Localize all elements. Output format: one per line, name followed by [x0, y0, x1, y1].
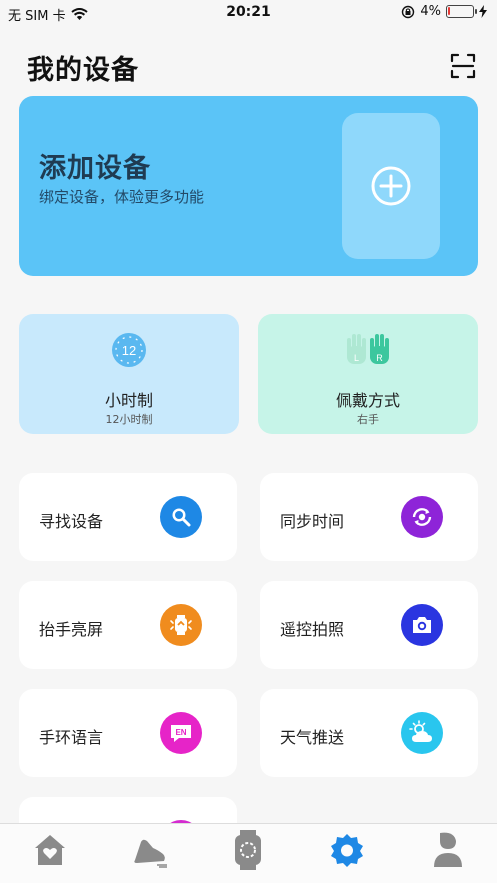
raise-wrist-icon: [160, 604, 202, 646]
hands-lr-icon: L R: [347, 334, 389, 364]
weather-icon: [401, 712, 443, 754]
tile-label: 寻找设备: [39, 512, 104, 531]
status-bar: 无 SIM 卡 20:21 4%: [0, 0, 497, 26]
hand-left-letter: L: [354, 353, 359, 363]
clock-12-icon: 12: [112, 333, 146, 367]
hour-format-label: 小时制: [104, 391, 153, 410]
tile-band-language[interactable]: 手环语言 EN: [19, 689, 237, 777]
tile-label: 遥控拍照: [280, 620, 345, 639]
watch-face-icon: [235, 830, 261, 870]
tile-raise-wrist[interactable]: 抬手亮屏: [19, 581, 237, 669]
add-device-subtitle: 绑定设备，体验更多功能: [39, 188, 205, 206]
person-icon: [434, 832, 462, 867]
wear-mode-value: 右手: [357, 413, 379, 426]
tile-remote-camera[interactable]: 遥控拍照: [260, 581, 478, 669]
sport-shoe-icon: [134, 839, 167, 868]
hour-format-value: 12小时制: [105, 413, 153, 426]
hand-right-letter: R: [376, 353, 383, 363]
add-device-button[interactable]: [342, 113, 440, 259]
wear-mode-label: 佩戴方式: [335, 391, 400, 410]
rotation-lock-icon: [402, 5, 415, 18]
bottom-nav: [0, 823, 497, 883]
battery-percent: 4%: [420, 4, 441, 19]
charging-icon: [479, 5, 487, 18]
language-badge-text: EN: [175, 728, 186, 737]
tile-label: 抬手亮屏: [39, 620, 104, 639]
tile-weather-push[interactable]: 天气推送: [260, 689, 478, 777]
language-icon: EN: [160, 712, 202, 754]
tile-find-device[interactable]: 寻找设备: [19, 473, 237, 561]
nav-sport[interactable]: [130, 830, 170, 870]
camera-icon: [401, 604, 443, 646]
add-device-title: 添加设备: [39, 153, 151, 184]
nav-home[interactable]: [30, 830, 70, 870]
add-device-card[interactable]: 添加设备 绑定设备，体验更多功能: [19, 96, 478, 276]
plus-circle-icon: [371, 166, 411, 206]
nav-watch[interactable]: [228, 830, 268, 870]
page-title: 我的设备: [27, 55, 139, 86]
home-icon: [35, 835, 65, 865]
page-header: 我的设备: [27, 48, 477, 88]
tile-label: 天气推送: [280, 728, 345, 747]
tile-sync-time[interactable]: 同步时间: [260, 473, 478, 561]
clock-12-text: 12: [122, 343, 136, 358]
status-right: 4%: [401, 4, 487, 19]
sync-time-icon: [401, 496, 443, 538]
hour-format-card[interactable]: 12 小时制 12小时制: [19, 314, 239, 434]
nav-device[interactable]: [327, 830, 367, 870]
nav-profile[interactable]: [428, 830, 468, 870]
gear-icon: [331, 834, 363, 867]
tile-label: 手环语言: [39, 728, 104, 747]
wear-mode-card[interactable]: L R 佩戴方式 右手: [258, 314, 478, 434]
battery-icon: [446, 5, 477, 18]
search-device-icon: [160, 496, 202, 538]
tile-label: 同步时间: [280, 512, 345, 531]
scan-icon[interactable]: [449, 52, 477, 80]
